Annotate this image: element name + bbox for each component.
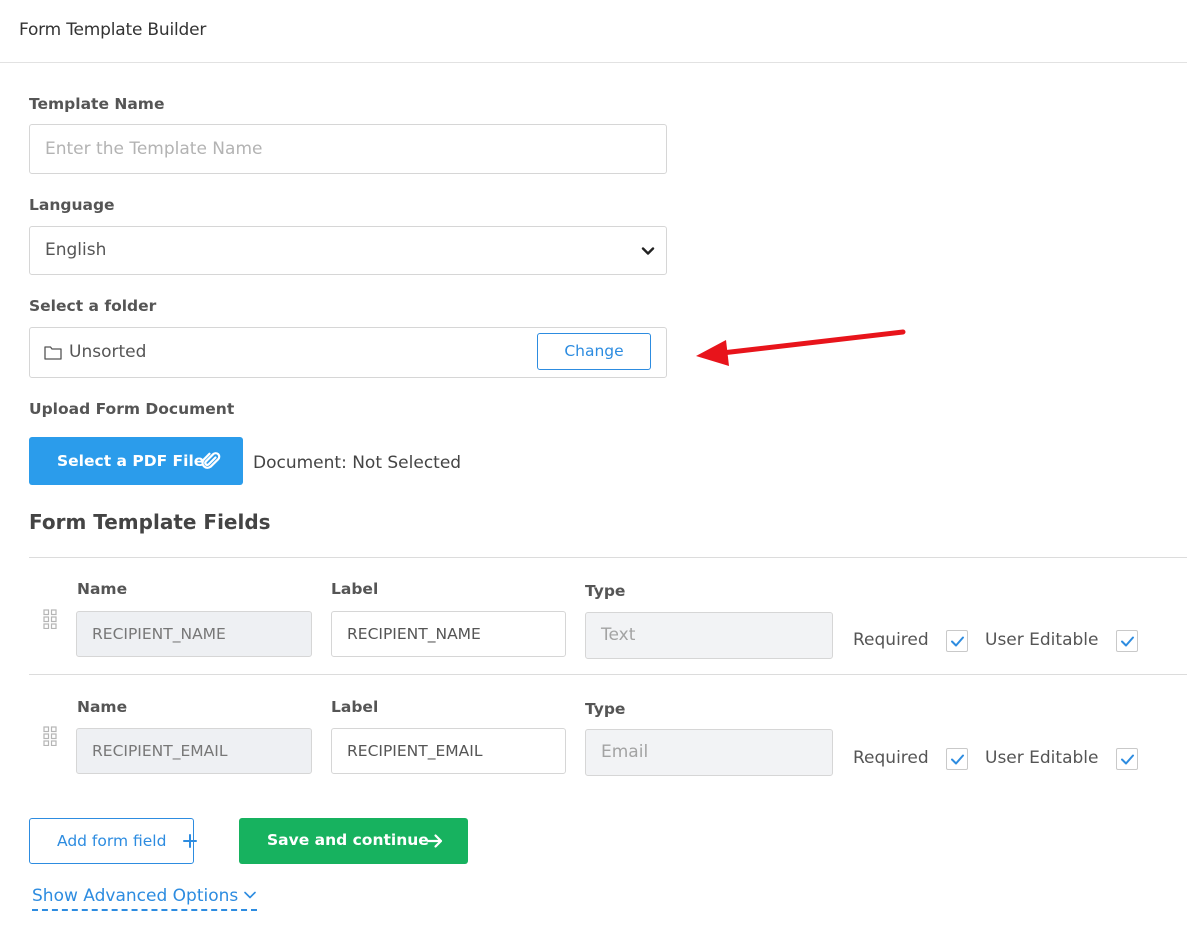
upload-label: Upload Form Document bbox=[29, 400, 235, 418]
show-advanced-options-link[interactable]: Show Advanced Options bbox=[32, 886, 258, 911]
checkmark-icon bbox=[1121, 754, 1134, 765]
chevron-down-icon bbox=[244, 891, 257, 899]
field-label-input[interactable]: RECIPIENT_EMAIL bbox=[331, 728, 566, 774]
save-and-continue-label: Save and continue bbox=[267, 831, 429, 849]
type-column-label: Type bbox=[585, 582, 626, 600]
select-pdf-button-label: Select a PDF File bbox=[57, 452, 205, 470]
user-editable-label: User Editable bbox=[985, 748, 1099, 768]
template-name-input[interactable] bbox=[29, 124, 667, 174]
checkmark-icon bbox=[1121, 636, 1134, 647]
template-name-label: Template Name bbox=[29, 95, 165, 113]
name-column-label: Name bbox=[77, 698, 128, 716]
field-type-input: Text bbox=[585, 612, 833, 659]
user-editable-checkbox[interactable] bbox=[1116, 748, 1138, 770]
show-advanced-options-label: Show Advanced Options bbox=[32, 886, 239, 906]
field-label-input[interactable]: RECIPIENT_NAME bbox=[331, 611, 566, 657]
drag-handle-icon[interactable] bbox=[43, 609, 57, 629]
field-type-input: Email bbox=[585, 729, 833, 776]
field-name-input: RECIPIENT_NAME bbox=[76, 611, 312, 657]
paperclip-icon bbox=[201, 452, 221, 469]
folder-label: Select a folder bbox=[29, 297, 157, 315]
drag-handle-icon[interactable] bbox=[43, 726, 57, 746]
add-form-field-button[interactable]: Add form field bbox=[29, 818, 197, 864]
language-select[interactable]: English bbox=[29, 226, 667, 275]
language-selected-value: English bbox=[45, 240, 107, 260]
change-folder-button[interactable]: Change bbox=[537, 333, 651, 370]
folder-selector: Unsorted Change bbox=[29, 327, 667, 378]
required-label: Required bbox=[853, 748, 929, 768]
label-column-label: Label bbox=[331, 698, 379, 716]
document-status: Document: Not Selected bbox=[253, 453, 462, 473]
checkmark-icon bbox=[951, 754, 964, 765]
divider bbox=[29, 674, 1187, 675]
chevron-down-icon bbox=[641, 247, 655, 255]
required-checkbox[interactable] bbox=[946, 748, 968, 770]
divider bbox=[29, 557, 1187, 558]
label-column-label: Label bbox=[331, 580, 379, 598]
folder-name: Unsorted bbox=[69, 342, 147, 362]
required-label: Required bbox=[853, 630, 929, 650]
user-editable-checkbox[interactable] bbox=[1116, 630, 1138, 652]
folder-icon bbox=[44, 346, 62, 360]
page-title: Form Template Builder bbox=[19, 20, 207, 40]
arrow-right-icon bbox=[426, 834, 443, 848]
field-name-input: RECIPIENT_EMAIL bbox=[76, 728, 312, 774]
checkmark-icon bbox=[951, 636, 964, 647]
annotation-arrow bbox=[696, 329, 906, 366]
type-column-label: Type bbox=[585, 700, 626, 718]
plus-icon bbox=[183, 834, 197, 848]
fields-section-title: Form Template Fields bbox=[29, 510, 271, 534]
save-and-continue-button[interactable]: Save and continue bbox=[239, 818, 468, 864]
page-header: Form Template Builder bbox=[0, 0, 1187, 63]
name-column-label: Name bbox=[77, 580, 128, 598]
user-editable-label: User Editable bbox=[985, 630, 1099, 650]
add-form-field-label: Add form field bbox=[57, 832, 167, 850]
language-label: Language bbox=[29, 196, 115, 214]
select-pdf-button[interactable]: Select a PDF File bbox=[29, 437, 243, 485]
required-checkbox[interactable] bbox=[946, 630, 968, 652]
